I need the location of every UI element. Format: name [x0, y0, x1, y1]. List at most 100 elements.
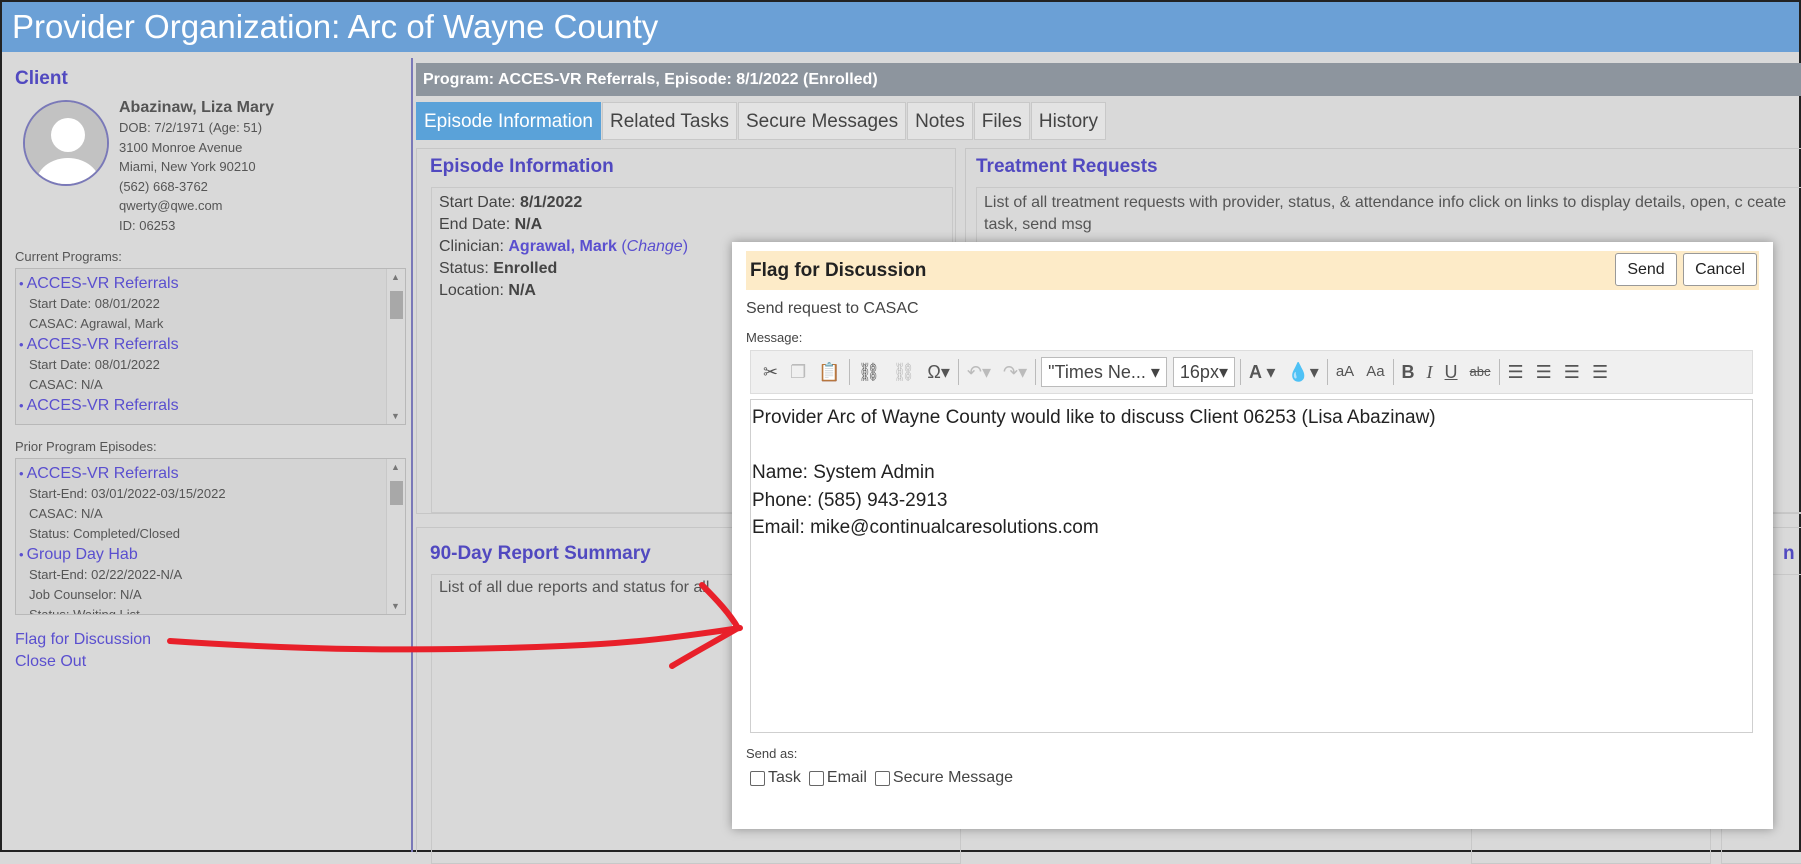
send-as-options: Task Email Secure Message: [750, 769, 1021, 787]
scroll-down-icon[interactable]: ▼: [391, 601, 400, 611]
list-item: • ACCES-VR Referrals: [19, 397, 179, 414]
scroll-up-icon[interactable]: ▲: [391, 272, 400, 282]
font-color-icon[interactable]: A ▾: [1243, 357, 1281, 387]
close-out-link[interactable]: Close Out: [15, 653, 86, 670]
location-value: N/A: [508, 282, 536, 299]
program-bar: Program: ACCES-VR Referrals, Episode: 8/…: [416, 63, 1801, 96]
tab-notes[interactable]: Notes: [907, 102, 973, 140]
program-casac: CASAC: Agrawal, Mark: [29, 316, 164, 331]
scroll-thumb[interactable]: [390, 291, 403, 319]
status-label: Status:: [439, 260, 489, 277]
message-line: Name: System Admin: [752, 462, 935, 483]
secure-message-option-label: Secure Message: [892, 769, 1013, 786]
scroll-thumb[interactable]: [390, 481, 403, 505]
program-link[interactable]: Group Day Hab: [27, 546, 138, 563]
lowercase-icon[interactable]: aA: [1330, 357, 1360, 387]
program-counselor: Job Counselor: N/A: [29, 587, 142, 602]
status-value: Enrolled: [493, 260, 558, 277]
client-email: qwerty@qwe.com: [119, 198, 223, 213]
program-link[interactable]: ACCES-VR Referrals: [27, 336, 179, 353]
program-status: Status: Completed/Closed: [29, 526, 181, 541]
message-line: Provider Arc of Wayne County would like …: [752, 407, 1436, 428]
paste-icon[interactable]: 📋: [812, 357, 846, 387]
align-left-icon[interactable]: ☰: [1502, 357, 1530, 387]
task-checkbox[interactable]: [750, 770, 765, 786]
message-line: Email: mike@continualcaresolutions.com: [752, 517, 1099, 538]
secure-message-checkbox[interactable]: [874, 770, 890, 786]
capitalize-icon[interactable]: Aa: [1360, 357, 1390, 387]
align-right-icon[interactable]: ☰: [1558, 357, 1586, 387]
program-link[interactable]: ACCES-VR Referrals: [27, 275, 179, 292]
dialog-subtitle: Send request to CASAC: [746, 300, 919, 317]
tab-related-tasks[interactable]: Related Tasks: [602, 102, 737, 140]
scroll-up-icon[interactable]: ▲: [391, 462, 400, 472]
tab-bar: Episode Information Related Tasks Secure…: [416, 102, 1107, 140]
font-family-select[interactable]: "Times Ne... ▾: [1041, 357, 1167, 387]
report-title: 90-Day Report Summary: [430, 543, 651, 564]
change-clinician-link[interactable]: Change: [627, 238, 683, 255]
program-link[interactable]: ACCES-VR Referrals: [27, 397, 179, 414]
undo-icon[interactable]: ↶▾: [961, 357, 997, 387]
underline-icon[interactable]: U: [1439, 357, 1464, 387]
scrollbar[interactable]: ▲ ▼: [386, 269, 405, 424]
program-dates: Start-End: 03/01/2022-03/15/2022: [29, 486, 226, 501]
cut-icon[interactable]: ✂: [757, 357, 784, 387]
scroll-down-icon[interactable]: ▼: [391, 411, 400, 421]
client-address-1: 3100 Monroe Avenue: [119, 139, 243, 155]
client-phone: (562) 668-3762: [119, 178, 208, 194]
redo-icon[interactable]: ↷▾: [997, 357, 1033, 387]
flag-for-discussion-dialog: Flag for Discussion Send Cancel Send req…: [732, 242, 1773, 829]
start-date-label: Start Date:: [439, 194, 516, 211]
episode-title: Episode Information: [430, 156, 614, 177]
end-date-label: End Date:: [439, 216, 511, 233]
scrollbar[interactable]: ▲ ▼: [386, 459, 405, 614]
client-id: ID: 06253: [119, 217, 176, 233]
email-checkbox[interactable]: [808, 770, 824, 786]
list-item: • ACCES-VR Referrals Start Date: 08/01/20…: [19, 273, 405, 334]
tab-files[interactable]: Files: [973, 102, 1030, 140]
list-item: • ACCES-VR Referrals Start Date: 08/01/20…: [19, 334, 405, 395]
client-heading: Client: [15, 68, 68, 89]
background-color-icon[interactable]: 💧▾: [1281, 357, 1324, 387]
avatar: [23, 100, 109, 186]
tab-episode-information[interactable]: Episode Information: [416, 102, 601, 140]
strikethrough-icon[interactable]: abc: [1464, 357, 1497, 387]
program-status: Status: Waiting List: [29, 607, 140, 615]
link-icon[interactable]: ⛓: [852, 357, 887, 387]
clinician-link[interactable]: Agrawal, Mark: [508, 238, 616, 255]
program-start: Start Date: 08/01/2022: [29, 357, 160, 372]
flag-for-discussion-link[interactable]: Flag for Discussion: [15, 631, 151, 648]
font-size-select[interactable]: 16px▾: [1172, 357, 1235, 387]
clinician-label: Clinician:: [439, 238, 504, 255]
app-title: Provider Organization: Arc of Wayne Coun…: [2, 2, 1799, 52]
prior-programs-list[interactable]: • ACCES-VR Referrals Start-End: 03/01/202…: [15, 458, 406, 615]
location-label: Location:: [439, 282, 504, 299]
program-link[interactable]: ACCES-VR Referrals: [27, 465, 179, 482]
client-dob: DOB: 7/2/1971 (Age: 51): [119, 120, 263, 135]
justify-icon[interactable]: ☰: [1586, 357, 1614, 387]
unlink-icon[interactable]: ⛓: [887, 357, 922, 387]
align-center-icon[interactable]: ☰: [1530, 357, 1558, 387]
start-date-value: 8/1/2022: [519, 194, 583, 211]
send-button[interactable]: Send: [1615, 253, 1677, 286]
tab-secure-messages[interactable]: Secure Messages: [738, 102, 907, 140]
task-option-label: Task: [768, 769, 801, 786]
copy-icon[interactable]: ❐: [784, 357, 812, 387]
program-start: Start Date: 08/01/2022: [29, 296, 160, 311]
current-programs-list[interactable]: • ACCES-VR Referrals Start Date: 08/01/20…: [15, 268, 406, 425]
client-address-2: Miami, New York 90210: [119, 159, 256, 174]
prior-programs-label: Prior Program Episodes:: [15, 439, 157, 454]
message-label: Message:: [746, 330, 803, 345]
tab-history[interactable]: History: [1030, 102, 1106, 140]
list-item: • Group Day Hab Start-End: 02/22/2022-N/A…: [19, 544, 405, 615]
message-line: Phone: (585) 943-2913: [752, 489, 948, 511]
message-line: [752, 432, 1751, 460]
italic-icon[interactable]: I: [1421, 357, 1439, 387]
special-character-icon[interactable]: Ω▾: [921, 357, 956, 387]
program-casac: CASAC: N/A: [29, 377, 103, 392]
bold-icon[interactable]: B: [1396, 357, 1421, 387]
editor-toolbar: ✂ ❐ 📋 ⛓ ⛓ Ω▾ ↶▾ ↷▾ "Times Ne... ▾ 16px▾ …: [750, 350, 1753, 394]
message-editor[interactable]: Provider Arc of Wayne County would like …: [750, 399, 1753, 733]
cancel-button[interactable]: Cancel: [1683, 253, 1757, 286]
font-size-value: 16px: [1179, 362, 1219, 382]
